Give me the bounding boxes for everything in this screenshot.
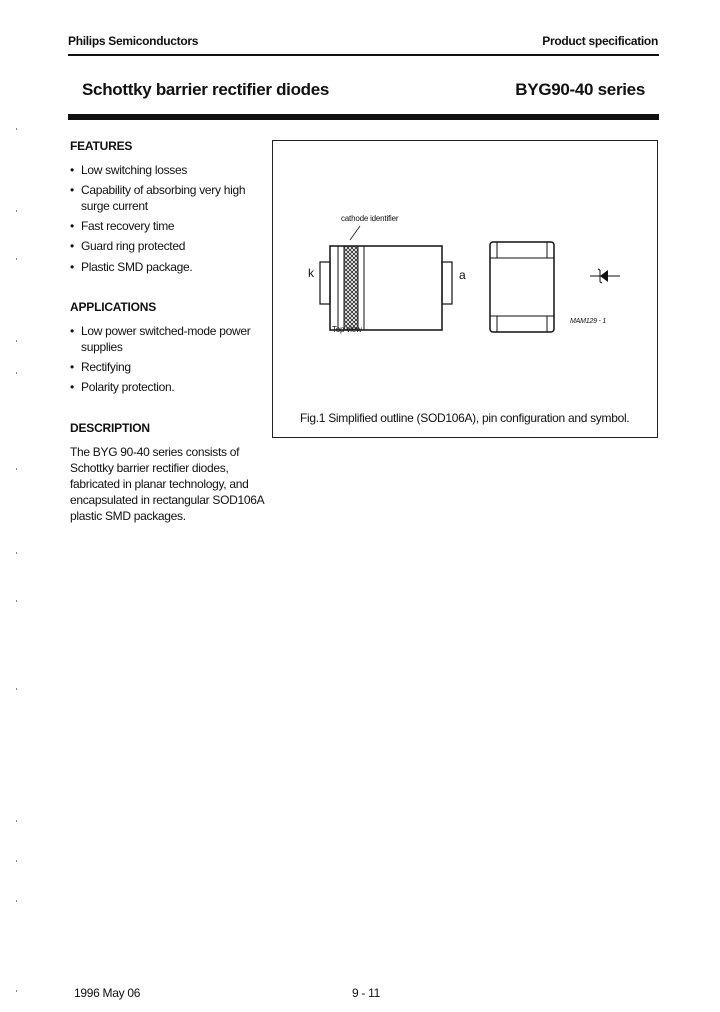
application-item: • Rectifying — [70, 360, 131, 374]
description-heading: DESCRIPTION — [70, 421, 150, 435]
applications-heading: APPLICATIONS — [70, 300, 157, 314]
top-view-label: Top view — [332, 325, 362, 334]
scan-artifact — [16, 820, 17, 822]
package-top-view — [319, 225, 453, 331]
bullet: • — [70, 163, 74, 177]
scan-artifact — [16, 600, 17, 602]
scan-artifact — [16, 210, 17, 212]
scan-artifact — [16, 688, 17, 690]
diode-symbol-icon — [590, 268, 620, 284]
product-title: Schottky barrier rectifier diodes — [82, 80, 330, 99]
feature-item: • Plastic SMD package. — [70, 260, 193, 274]
document-type: Product specification — [542, 34, 658, 48]
scan-artifact — [16, 372, 17, 374]
scan-artifact — [16, 258, 17, 260]
footer-page-number: 9 - 11 — [352, 986, 380, 1000]
title-rule — [68, 114, 659, 120]
description-text: The BYG 90-40 series consists of Schottk… — [70, 445, 264, 523]
header-rule — [68, 54, 659, 56]
pin-k-label: k — [308, 266, 314, 280]
cathode-leader-line — [349, 225, 361, 241]
scan-artifact — [16, 990, 17, 992]
scan-artifact — [16, 128, 17, 130]
scan-artifact — [16, 860, 17, 862]
feature-item: • Low switching losses — [70, 163, 188, 177]
footer-date: 1996 May 06 — [74, 986, 141, 1000]
bullet: • — [70, 360, 74, 374]
feature-item: • Capability of absorbing very high surge… — [70, 183, 246, 213]
features-heading: FEATURES — [70, 139, 133, 153]
bullet: • — [70, 219, 74, 233]
bullet: • — [70, 260, 74, 274]
scan-artifact — [16, 900, 17, 902]
bullet: • — [70, 183, 74, 197]
figure-caption: Fig.1 Simplified outline (SOD106A), pin … — [300, 411, 630, 425]
package-outline-drawing — [319, 225, 620, 333]
bullet: • — [70, 239, 74, 253]
package-side-view — [489, 241, 555, 333]
bullet: • — [70, 380, 74, 394]
company-name: Philips Semiconductors — [68, 34, 199, 48]
cathode-identifier-label: cathode identifier — [341, 214, 399, 223]
application-item: • Low power switched-mode power supplies — [70, 324, 251, 354]
feature-item: • Fast recovery time — [70, 219, 175, 233]
pin-a-label: a — [459, 268, 466, 282]
bullet: • — [70, 324, 74, 338]
scan-artifact — [16, 468, 17, 470]
feature-item: • Guard ring protected — [70, 239, 186, 253]
series-title: BYG90-40 series — [515, 80, 645, 99]
application-item: • Polarity protection. — [70, 380, 175, 394]
scan-artifact — [16, 552, 17, 554]
drawing-code: MAM129 - 1 — [570, 318, 607, 325]
scan-artifact — [16, 340, 17, 342]
